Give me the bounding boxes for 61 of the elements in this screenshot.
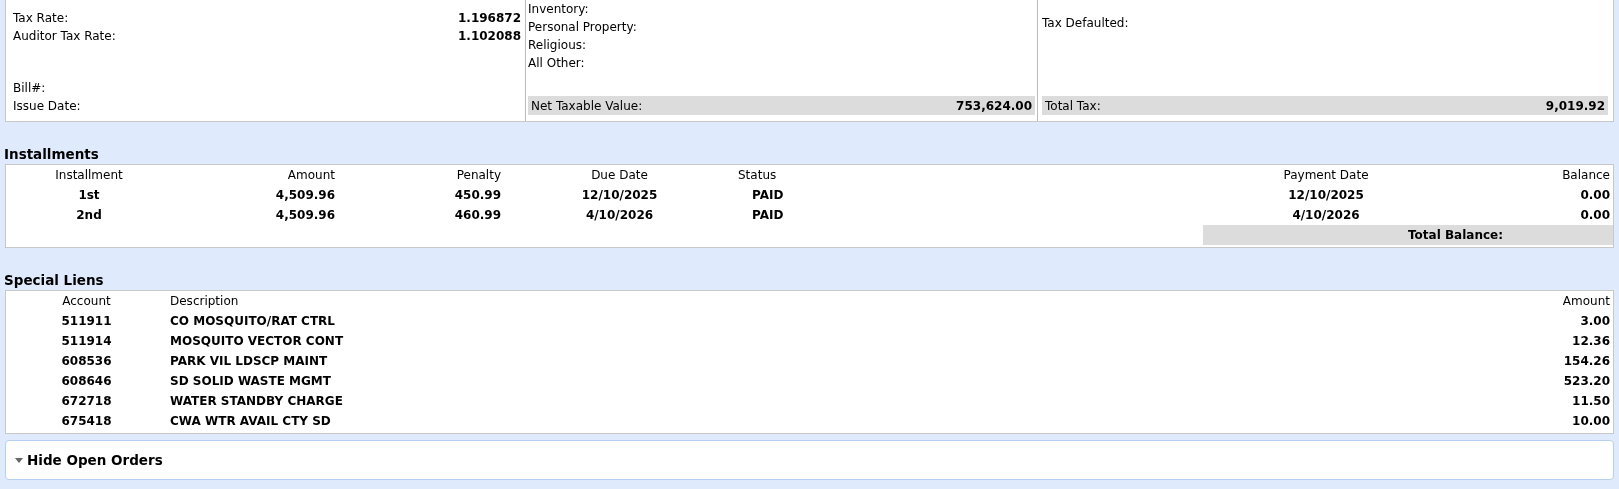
table-cell-text: 12.36	[1571, 333, 1611, 350]
rate-value: 1.102088	[458, 29, 521, 43]
column-header: Amount	[1561, 293, 1611, 310]
table-cell-text: 608646	[60, 373, 113, 390]
total-tax-value: 9,019.92	[1545, 98, 1605, 113]
table-cell-text: 523.20	[1562, 373, 1611, 390]
net-taxable-value-label: Net Taxable Value:	[531, 98, 643, 113]
rate-label: Tax Rate:	[13, 11, 69, 25]
bill-label: Bill#:	[13, 81, 46, 95]
table-cell-text: 460.99	[453, 207, 502, 224]
table-cell-text: 4,509.96	[274, 187, 336, 204]
column-header: Account	[61, 293, 112, 310]
table-cell-text: CO MOSQUITO/RAT CTRL	[169, 313, 336, 330]
table-cell-text: 154.26	[1562, 353, 1611, 370]
table-cell-text: 608536	[60, 353, 113, 370]
bill-label: Issue Date:	[13, 99, 81, 113]
rate-label: Auditor Tax Rate:	[13, 29, 116, 43]
table-cell-text: 11.50	[1571, 393, 1611, 410]
exemption-label: Religious:	[528, 38, 587, 52]
table-cell-text: 675418	[60, 413, 113, 430]
net-taxable-value: 753,624.00	[956, 98, 1032, 113]
table-cell-text: 2nd	[75, 207, 103, 224]
column-header: Due Date	[590, 167, 649, 184]
total-tax-label: Total Tax:	[1045, 98, 1101, 113]
table-cell-text: 10.00	[1571, 413, 1611, 430]
table-cell-text: SD SOLID WASTE MGMT	[169, 373, 332, 390]
table-cell: 4/10/2026	[1203, 205, 1449, 225]
exemption-label: Personal Property:	[528, 20, 637, 34]
table-cell-text: PAID	[751, 187, 785, 204]
tax-defaulted-label: Tax Defaulted:	[1042, 16, 1129, 30]
column-header: Balance	[1561, 167, 1611, 184]
column-header: Status	[737, 167, 778, 184]
column-header: Penalty	[455, 167, 502, 184]
rate-value: 1.196872	[458, 11, 521, 25]
table-cell-text: 3.00	[1579, 313, 1611, 330]
table-cell-text: CWA WTR AVAIL CTY SD	[169, 413, 332, 430]
table-cell-text: 12/10/2025	[1287, 187, 1365, 204]
table-cell-text: PARK VIL LDSCP MAINT	[169, 353, 329, 370]
column-header: Amount	[286, 167, 336, 184]
exemption-label: Inventory:	[528, 2, 589, 16]
table-cell-text: 672718	[60, 393, 113, 410]
table-cell-text: 511914	[60, 333, 113, 350]
table-cell-text: WATER STANDBY CHARGE	[169, 393, 344, 410]
table-cell-text: 4/10/2026	[584, 207, 655, 224]
table-cell-text: 12/10/2025	[580, 187, 659, 204]
column-header: Payment Date	[1282, 167, 1370, 184]
total-balance-label: Total Balance:	[1203, 225, 1613, 245]
section-title: Installments	[3, 145, 100, 164]
table-cell-text: 1st	[77, 187, 101, 204]
open-orders-toggle[interactable]: Hide Open Orders	[5, 440, 1614, 480]
column-header: Installment	[54, 167, 124, 184]
table-cell-text: 511911	[60, 313, 113, 330]
table-cell-text: 4,509.96	[274, 207, 336, 224]
table-cell-text: 0.00	[1579, 187, 1611, 204]
table-cell-text: 450.99	[453, 187, 502, 204]
section-title: Special Liens	[3, 271, 105, 290]
column-header: Description	[169, 293, 240, 310]
table-cell: 0.00	[1449, 205, 1613, 225]
exemption-label: All Other:	[528, 56, 585, 70]
table-cell: PAID	[735, 205, 1203, 225]
table-cell-text: MOSQUITO VECTOR CONT	[169, 333, 345, 350]
